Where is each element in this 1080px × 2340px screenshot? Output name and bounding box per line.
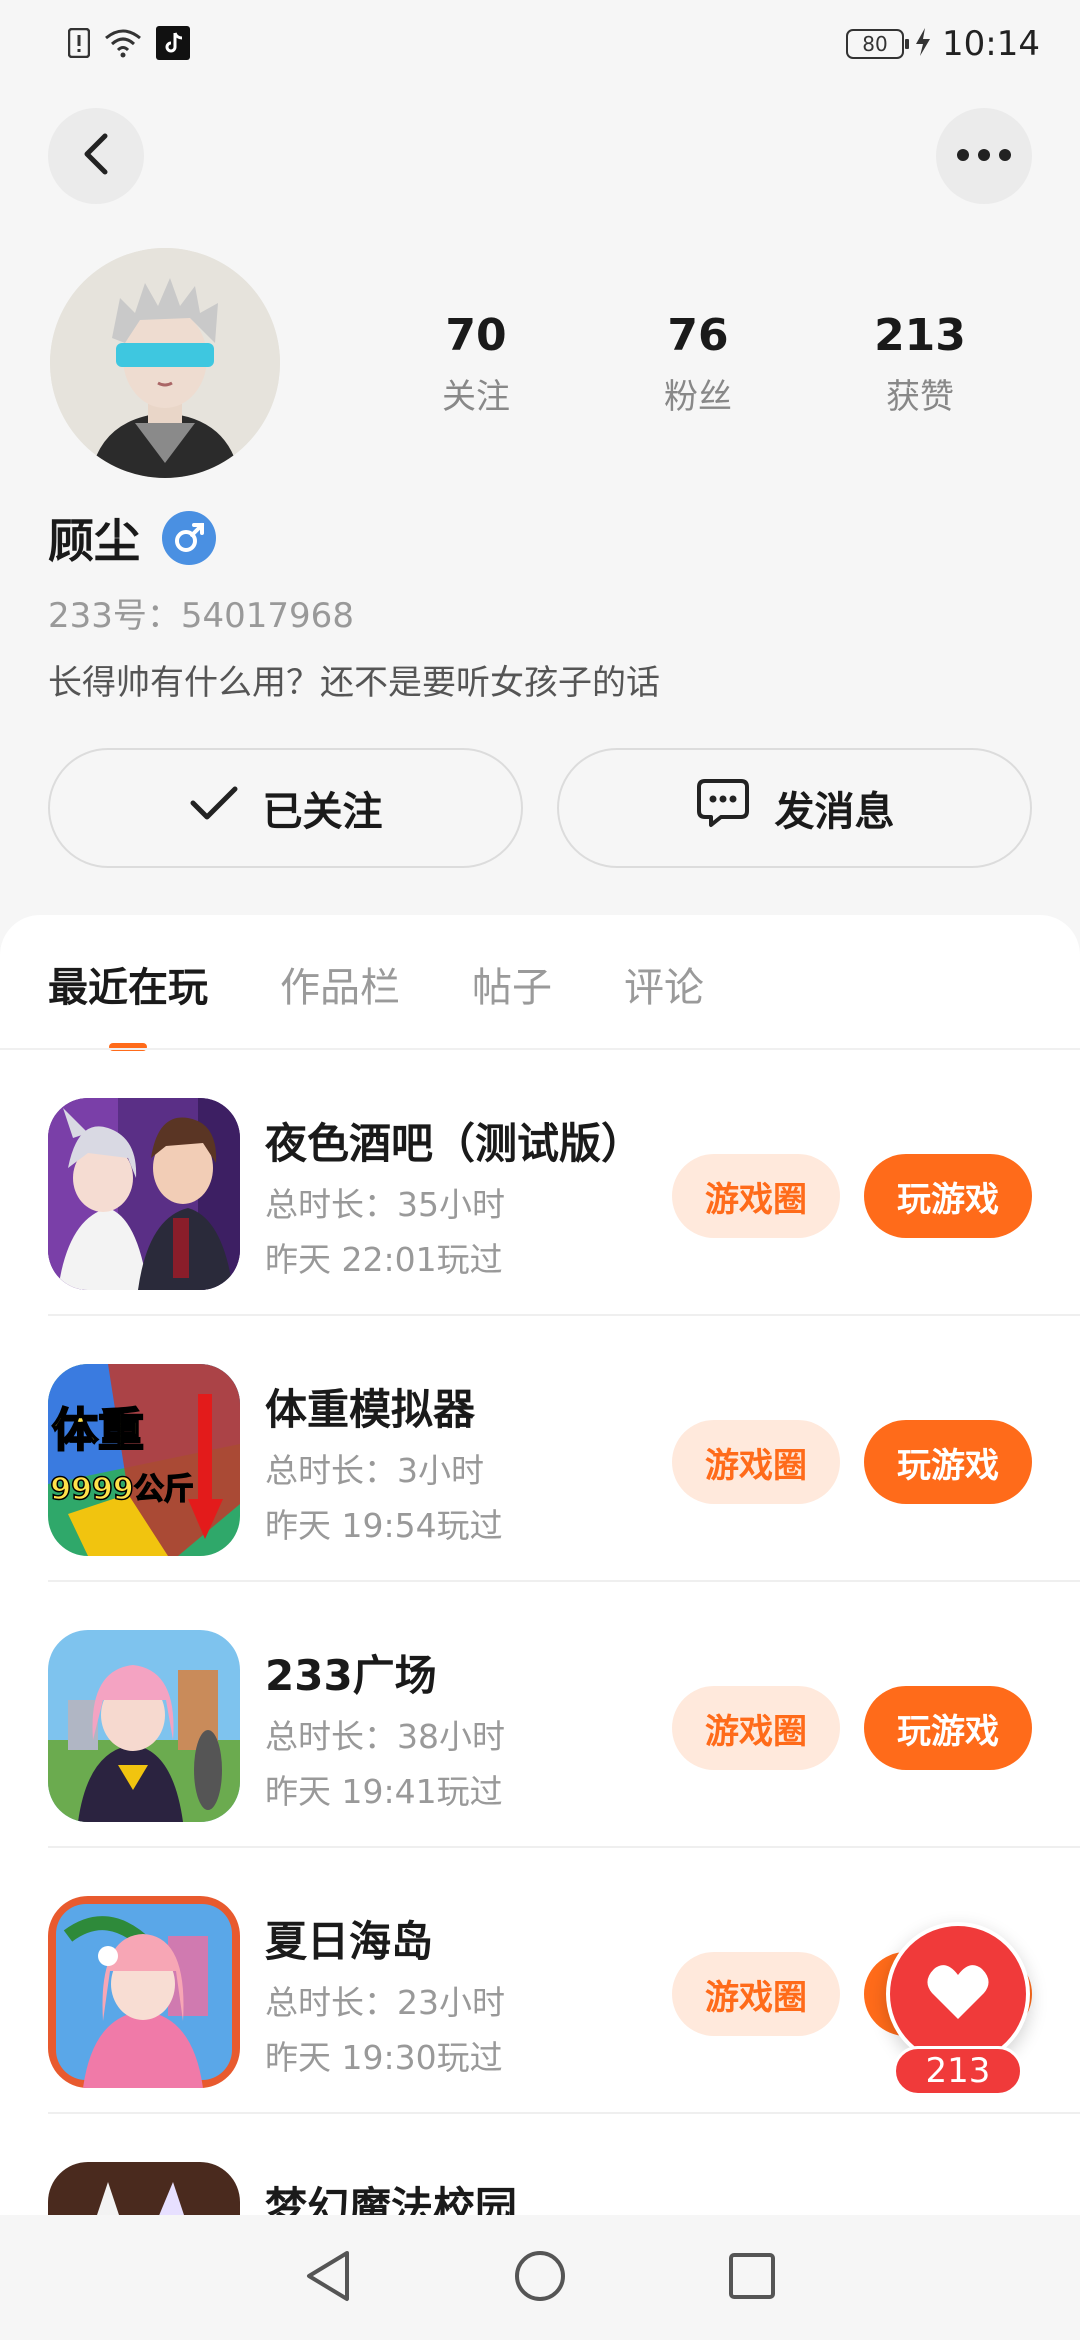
more-dots-icon (956, 147, 1012, 166)
game-last-played: 昨天 22:01玩过 (265, 1240, 503, 1279)
following-label: 关注 (442, 377, 510, 417)
game-icon-magic-academy[interactable] (48, 2162, 240, 2215)
game-duration: 总时长：23小时 (265, 1983, 505, 2022)
battery-indicator: 80 (846, 29, 910, 59)
game-name: 夏日海岛 (265, 1917, 434, 1966)
chat-bubble-icon (695, 777, 751, 839)
nav-back-icon[interactable] (303, 2249, 353, 2307)
nav-recents-icon[interactable] (727, 2251, 777, 2305)
play-game-button[interactable]: 玩游戏 (864, 1154, 1032, 1238)
like-count-badge: 213 (893, 2046, 1023, 2096)
likes-count: 213 (874, 310, 966, 361)
game-duration: 总时长：38小时 (265, 1717, 505, 1756)
list-item[interactable]: 233广场 总时长：38小时 昨天 19:41玩过 游戏圈 玩游戏 (0, 1582, 1080, 1848)
game-name: 夜色酒吧（测试版） (265, 1119, 644, 1168)
game-circle-button[interactable]: 游戏圈 (672, 1420, 840, 1504)
like-button[interactable] (886, 1922, 1030, 2066)
weight-icon-value: 9999公斤 (50, 1472, 194, 1507)
play-game-button[interactable]: 玩游戏 (864, 1686, 1032, 1770)
game-duration: 总时长：35小时 (265, 1185, 505, 1224)
game-circle-button[interactable]: 游戏圈 (672, 1686, 840, 1770)
heart-icon (926, 1963, 990, 2025)
charging-icon (914, 27, 932, 61)
status-bar: 80 10:14 (0, 0, 1080, 90)
check-icon (189, 783, 239, 833)
male-icon (162, 511, 216, 565)
game-icon-233-plaza[interactable] (48, 1630, 240, 1822)
back-button[interactable] (48, 108, 144, 204)
followed-button[interactable]: 已关注 (48, 748, 523, 868)
game-name: 233广场 (265, 1651, 437, 1700)
game-circle-button[interactable]: 游戏圈 (672, 1952, 840, 2036)
list-item[interactable]: 夜色酒吧（测试版） 总时长：35小时 昨天 22:01玩过 游戏圈 玩游戏 (0, 1050, 1080, 1316)
likes-stat[interactable]: 213 获赞 (809, 310, 1031, 418)
nav-home-icon[interactable] (513, 2249, 567, 2307)
list-item[interactable]: 体重 9999公斤 体重模拟器 总时长：3小时 昨天 19:54玩过 游戏圈 玩… (0, 1316, 1080, 1582)
system-nav-bar (0, 2215, 1080, 2340)
profile-stats: 70 关注 76 粉丝 213 获赞 (365, 310, 1031, 418)
weight-icon-title: 体重 (52, 1403, 144, 1457)
game-icon-night-bar[interactable] (48, 1098, 240, 1290)
user-id: 233号：54017968 (48, 596, 354, 636)
game-last-played: 昨天 19:30玩过 (265, 2038, 503, 2077)
likes-label: 获赞 (886, 377, 954, 417)
game-name: 梦幻魔法校园 (265, 2183, 518, 2215)
following-stat[interactable]: 70 关注 (365, 310, 587, 418)
tab-recently-played[interactable]: 最近在玩 (48, 955, 208, 1041)
list-item[interactable]: 梦幻魔法校园 (0, 2114, 1080, 2215)
profile-bio: 长得帅有什么用？还不是要听女孩子的话 (48, 663, 660, 703)
tiktok-icon (156, 26, 190, 64)
play-game-button[interactable]: 玩游戏 (864, 1420, 1032, 1504)
followers-count: 76 (667, 310, 729, 361)
following-count: 70 (445, 310, 507, 361)
tab-works[interactable]: 作品栏 (280, 955, 400, 1041)
game-duration: 总时长：3小时 (265, 1451, 484, 1490)
game-last-played: 昨天 19:54玩过 (265, 1506, 503, 1545)
alert-icon (67, 27, 91, 62)
more-options-button[interactable] (936, 108, 1032, 204)
profile-tabs: 最近在玩 作品栏 帖子 评论 (48, 955, 704, 1041)
game-name: 体重模拟器 (265, 1385, 476, 1434)
game-last-played: 昨天 19:41玩过 (265, 1772, 503, 1811)
name-row: 顾尘 (48, 505, 216, 571)
tab-posts[interactable]: 帖子 (472, 955, 552, 1041)
send-message-button[interactable]: 发消息 (557, 748, 1032, 868)
game-circle-button[interactable]: 游戏圈 (672, 1154, 840, 1238)
tab-comments[interactable]: 评论 (624, 955, 704, 1041)
profile-name: 顾尘 (48, 514, 140, 568)
game-icon-summer-island[interactable] (48, 1896, 240, 2088)
wifi-icon (104, 28, 142, 62)
clock: 10:14 (942, 24, 1040, 64)
followed-label: 已关注 (262, 789, 383, 835)
followers-label: 粉丝 (664, 377, 732, 417)
send-message-label: 发消息 (774, 789, 895, 835)
followers-stat[interactable]: 76 粉丝 (587, 310, 809, 418)
chevron-left-icon (81, 132, 111, 180)
avatar[interactable] (50, 248, 280, 478)
game-icon-weight-simulator[interactable]: 体重 9999公斤 (48, 1364, 240, 1556)
